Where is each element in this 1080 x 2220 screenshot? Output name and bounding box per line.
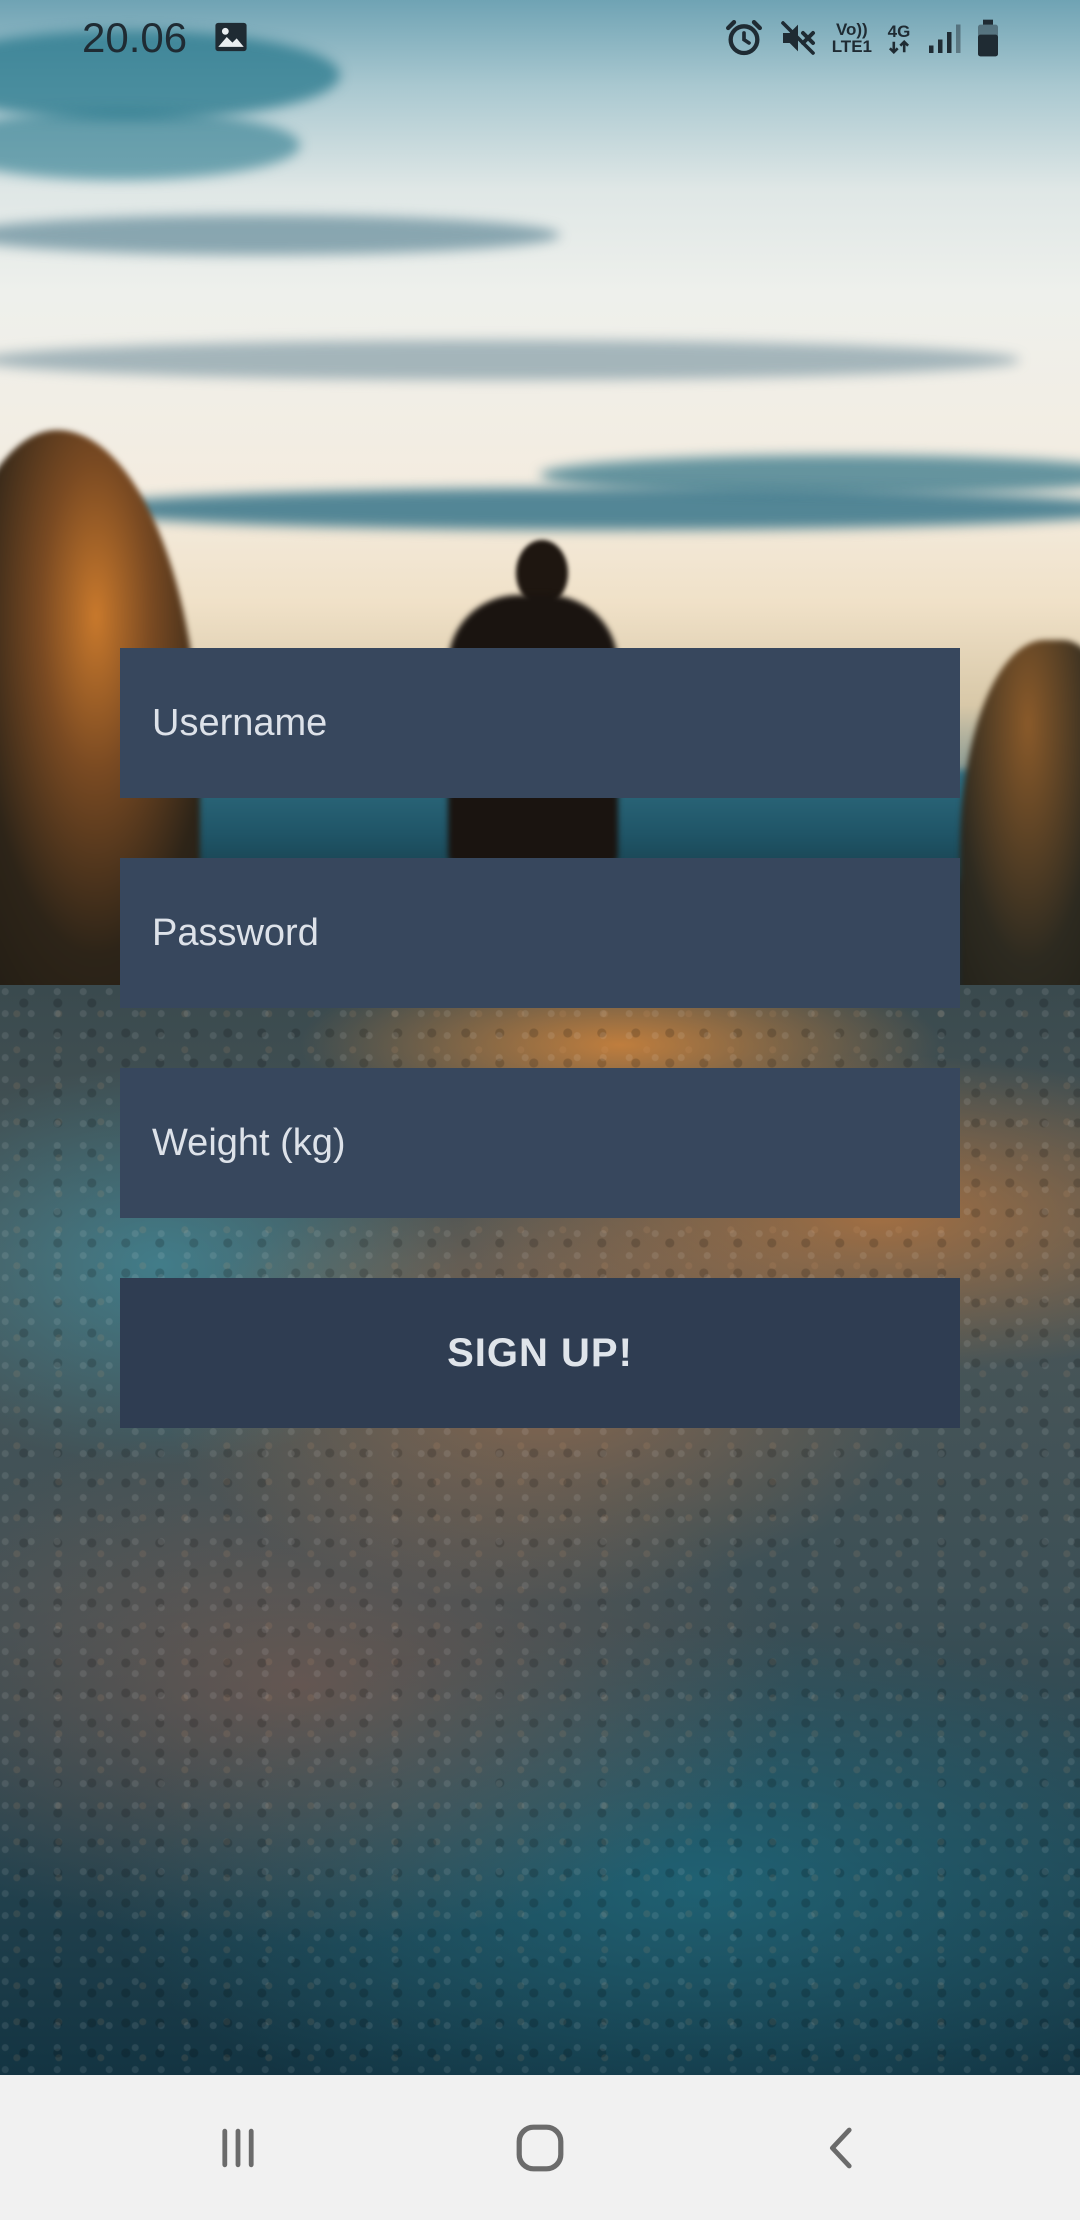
home-icon	[516, 2124, 564, 2171]
recent-apps-icon	[222, 2128, 254, 2167]
password-field-container	[120, 858, 960, 1008]
alarm-icon	[725, 20, 762, 56]
weight-input[interactable]	[150, 1120, 930, 1166]
signup-form: SIGN UP!	[120, 648, 960, 1428]
cloud	[0, 340, 1020, 380]
password-input[interactable]	[150, 910, 930, 956]
username-field-container	[120, 648, 960, 798]
volte-label: Vo))	[835, 20, 868, 39]
status-time: 20.06	[82, 14, 188, 61]
signal-icon	[929, 24, 961, 53]
home-button[interactable]	[480, 2075, 600, 2220]
back-icon	[830, 2127, 852, 2168]
volte-icon: Vo)) LTE1	[832, 21, 872, 55]
lte-label: LTE1	[831, 37, 872, 56]
data-arrows-icon	[888, 39, 910, 54]
recent-apps-button[interactable]	[178, 2075, 298, 2220]
weight-field-container	[120, 1068, 960, 1218]
back-button[interactable]	[782, 2075, 902, 2220]
4g-data-icon: 4G	[886, 23, 912, 54]
status-icons: Vo)) LTE1 4G	[724, 16, 1000, 60]
mute-icon	[780, 21, 815, 55]
username-input[interactable]	[150, 700, 930, 746]
navigation-bar	[0, 2075, 1080, 2220]
status-bar: 20.06 Vo)) LTE1 4G	[0, 0, 1080, 76]
network-type-label: 4G	[887, 21, 911, 41]
battery-icon	[978, 19, 998, 57]
gallery-icon	[215, 22, 247, 52]
signup-button[interactable]: SIGN UP!	[120, 1278, 960, 1428]
signup-screen: 20.06 Vo)) LTE1 4G Username Weight (kg) …	[0, 0, 1080, 2220]
